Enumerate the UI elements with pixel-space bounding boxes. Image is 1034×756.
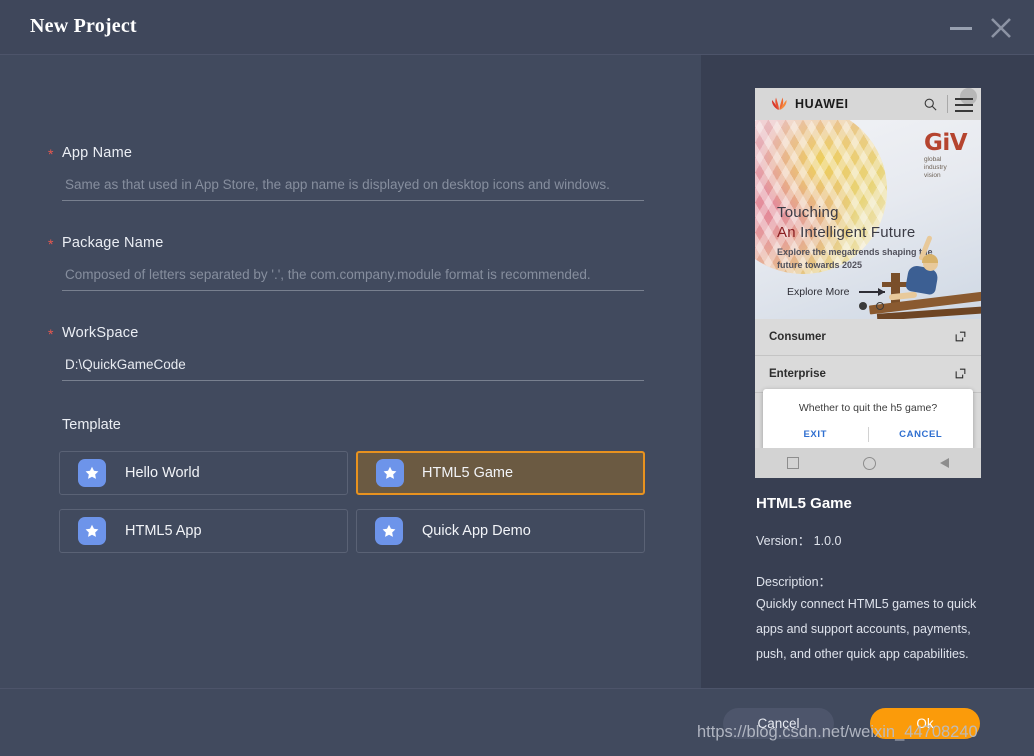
star-icon — [78, 517, 106, 545]
carousel-dots[interactable] — [859, 302, 884, 310]
workspace-label: * WorkSpace — [48, 325, 139, 342]
template-card-html5-app[interactable]: HTML5 App — [59, 509, 348, 553]
giv-logo: GiV global industry vision — [923, 130, 968, 180]
template-name: Hello World — [125, 465, 200, 481]
dialog-message: Whether to quit the h5 game? — [798, 402, 938, 414]
package-name-label: * Package Name — [48, 235, 164, 252]
phone-row-consumer[interactable]: Consumer — [755, 319, 981, 356]
detail-description-label: Description： — [756, 575, 832, 589]
star-icon — [78, 459, 106, 487]
detail-description: Quickly connect HTML5 games to quick app… — [756, 597, 977, 661]
star-icon — [375, 517, 403, 545]
star-icon — [376, 459, 404, 487]
window-title: New Project — [30, 15, 137, 37]
app-name-input[interactable] — [62, 171, 644, 201]
search-icon[interactable] — [923, 97, 938, 117]
back-triangle-icon[interactable] — [940, 458, 949, 468]
required-asterisk: * — [48, 326, 54, 342]
template-card-hello-world[interactable]: Hello World — [59, 451, 348, 495]
hamburger-menu-icon[interactable] — [955, 98, 973, 116]
cancel-button[interactable]: Cancel — [723, 708, 834, 739]
field-workspace: * WorkSpace — [48, 325, 644, 381]
dialog-actions: EXIT CANCEL — [763, 427, 973, 442]
dialog-exit-button[interactable]: EXIT — [763, 429, 868, 440]
template-name: Quick App Demo — [422, 523, 531, 539]
header-divider — [947, 95, 948, 113]
row-label: Enterprise — [769, 368, 826, 380]
banner-line-1: Touching — [777, 204, 839, 221]
workspace-input[interactable] — [62, 351, 644, 381]
field-package-name: * Package Name — [48, 235, 644, 291]
template-section-label: Template — [62, 417, 121, 433]
dialog-cancel-button[interactable]: CANCEL — [869, 429, 974, 440]
phone-banner: GiV global industry vision Touching An Int… — [755, 120, 981, 319]
ok-button[interactable]: Ok — [870, 708, 980, 739]
package-name-input[interactable] — [62, 261, 644, 291]
huawei-petal-icon — [771, 97, 787, 110]
form-panel: * App Name * Package Name * WorkSpace Te… — [0, 55, 701, 688]
explore-more-label: Explore More — [787, 286, 850, 298]
row-label: Consumer — [769, 331, 826, 343]
giv-sub-text: global industry vision — [923, 156, 947, 179]
preview-panel: HUAWEI GiV global industry vision Touching… — [701, 55, 1034, 688]
carousel-dot-active[interactable] — [859, 302, 867, 310]
template-name: HTML5 Game — [422, 465, 514, 481]
new-project-dialog: New Project * App Name * Package Name * … — [0, 0, 1034, 756]
field-app-name: * App Name — [48, 145, 644, 201]
title-bar: New Project — [0, 0, 1034, 55]
external-link-icon — [954, 367, 967, 385]
phone-preview: HUAWEI GiV global industry vision Touching… — [755, 88, 981, 478]
external-link-icon — [954, 330, 967, 348]
template-grid: Hello World HTML5 Game HTML5 App Quick A… — [59, 451, 645, 553]
phone-row-enterprise[interactable]: Enterprise — [755, 356, 981, 393]
dialog-footer: Cancel Ok — [0, 688, 1034, 756]
required-asterisk: * — [48, 146, 54, 162]
template-name: HTML5 App — [125, 523, 202, 539]
circle-icon[interactable] — [863, 456, 876, 470]
template-card-quick-app-demo[interactable]: Quick App Demo — [356, 509, 645, 553]
detail-title: HTML5 Game — [756, 495, 852, 512]
carousel-dot[interactable] — [876, 302, 884, 310]
phone-header: HUAWEI — [755, 88, 981, 120]
square-icon[interactable] — [787, 457, 799, 469]
huawei-brand-text: HUAWEI — [795, 96, 849, 111]
app-name-label: * App Name — [48, 145, 133, 162]
close-icon[interactable] — [986, 13, 1016, 43]
required-asterisk: * — [48, 236, 54, 252]
huawei-logo: HUAWEI — [769, 96, 849, 111]
quit-confirm-dialog: Whether to quit the h5 game? EXIT CANCEL — [763, 389, 973, 451]
android-nav-bar — [755, 448, 981, 478]
giv-mark-text: GiV — [923, 130, 968, 156]
detail-version: Version： 1.0.0 — [756, 534, 842, 548]
minimize-icon[interactable] — [946, 13, 976, 43]
template-card-html5-game[interactable]: HTML5 Game — [356, 451, 645, 495]
